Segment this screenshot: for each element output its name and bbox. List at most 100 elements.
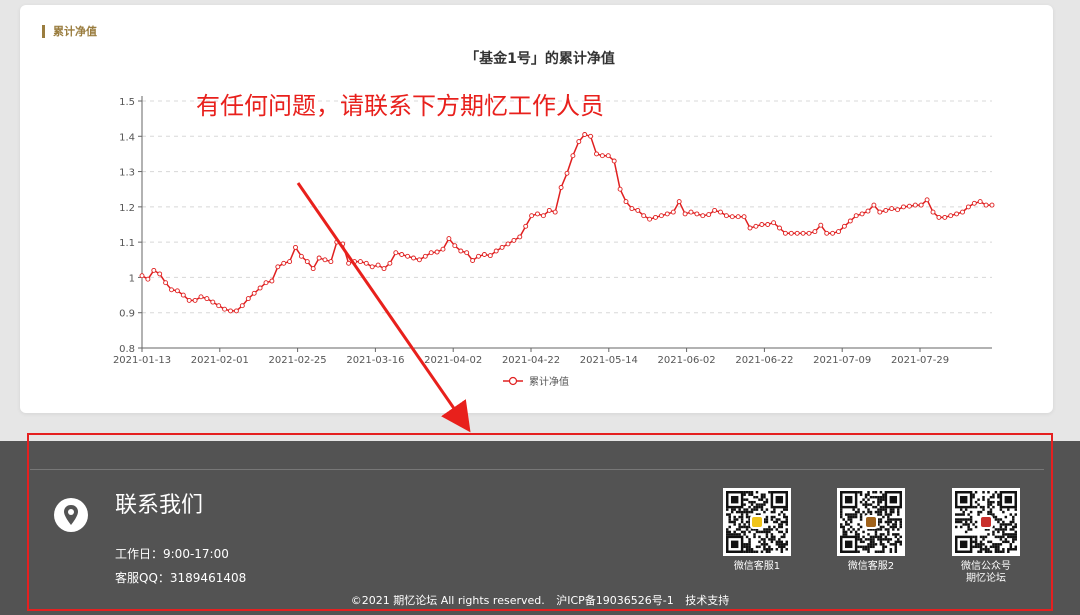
data-point <box>611 158 617 164</box>
data-point <box>340 241 346 247</box>
data-point <box>322 257 328 263</box>
data-point <box>853 213 859 219</box>
data-point <box>653 214 658 220</box>
data-point <box>511 237 517 243</box>
data-point <box>971 200 977 206</box>
chart-title: 「基金1号」的累计净值 <box>465 50 615 67</box>
qr-code-2 <box>837 488 905 556</box>
data-point <box>883 207 889 213</box>
x-tick-label: 2021-04-02 <box>424 355 482 366</box>
x-tick-label: 2021-06-22 <box>735 355 793 366</box>
data-point <box>594 151 599 157</box>
data-point <box>936 214 942 220</box>
data-point <box>239 303 245 309</box>
nav-chart: 「基金1号」的累计净值 0.8 0.9 1 1.1 1.2 1.3 1.4 1.5 2021-01… <box>113 50 995 388</box>
data-point <box>818 222 824 228</box>
annotation-text: 有任何问题，请联系下方期忆工作人员 <box>196 92 604 120</box>
series-line <box>141 133 992 312</box>
data-point <box>570 153 576 159</box>
data-point <box>328 259 334 265</box>
data-point <box>535 211 540 217</box>
data-point <box>476 253 481 259</box>
data-point <box>163 280 169 286</box>
data-point <box>641 213 647 219</box>
y-tick-label: 1.1 <box>119 238 135 249</box>
x-tick-label: 2021-05-14 <box>580 355 638 366</box>
data-point <box>700 213 706 219</box>
data-point <box>540 213 546 219</box>
qr-code-1 <box>723 488 791 556</box>
data-point <box>788 230 794 236</box>
data-point <box>464 250 470 256</box>
icp-link[interactable]: 沪ICP备19036526号-1 <box>556 594 674 607</box>
data-point <box>334 239 340 245</box>
y-tick-label: 1 <box>129 273 135 284</box>
data-point <box>186 297 192 303</box>
data-point <box>198 294 204 300</box>
data-point <box>948 213 954 219</box>
tech-support-link[interactable]: 技术支持 <box>685 594 729 607</box>
data-point <box>375 262 381 268</box>
data-point <box>216 303 222 309</box>
data-point <box>582 132 588 137</box>
data-point <box>576 139 582 145</box>
copyright-bar: ©2021 期忆论坛 All rights reserved. 沪ICP备190… <box>0 592 1080 608</box>
data-point <box>346 260 352 266</box>
data-point <box>889 206 895 212</box>
data-point <box>623 199 629 205</box>
data-point <box>924 197 930 203</box>
data-point <box>847 218 853 224</box>
data-point <box>210 299 216 305</box>
data-point <box>281 260 287 266</box>
data-point <box>901 204 906 210</box>
y-tick-label: 1.2 <box>119 203 135 214</box>
data-point <box>422 253 428 259</box>
data-point <box>558 185 564 190</box>
x-tick-label: 2021-02-25 <box>269 355 327 366</box>
data-point <box>782 230 788 236</box>
x-tick-label: 2021-07-09 <box>813 355 871 366</box>
x-tick-label: 2021-07-29 <box>891 355 949 366</box>
data-point <box>357 259 363 265</box>
data-point <box>599 153 605 159</box>
data-point <box>712 207 718 213</box>
data-point <box>895 207 901 213</box>
data-point <box>658 213 664 219</box>
data-point <box>670 209 676 215</box>
data-point <box>918 202 924 208</box>
data-point <box>605 153 611 159</box>
data-point <box>965 204 971 210</box>
contact-title: 联系我们 <box>115 493 204 518</box>
data-point <box>499 244 505 250</box>
data-point <box>487 253 493 259</box>
data-point <box>233 308 239 314</box>
data-point <box>812 229 818 235</box>
data-point <box>647 216 653 222</box>
data-point <box>718 209 723 215</box>
data-point <box>753 223 759 229</box>
data-point <box>942 214 948 220</box>
data-point <box>871 202 877 208</box>
data-point <box>954 211 960 217</box>
qr-label-2: 微信客服2 <box>847 561 895 572</box>
data-point <box>960 209 965 215</box>
data-point <box>275 264 281 270</box>
copyright-text: ©2021 期忆论坛 All rights reserved. <box>350 594 545 607</box>
data-point <box>930 209 936 215</box>
data-point <box>977 199 983 205</box>
data-point <box>245 296 251 302</box>
data-point <box>771 220 777 226</box>
data-point <box>393 250 399 256</box>
data-point <box>824 230 830 236</box>
data-point <box>481 252 487 257</box>
data-point <box>505 241 511 247</box>
data-point <box>411 255 416 261</box>
data-point <box>523 223 529 229</box>
y-tick-label: 1.3 <box>119 168 135 179</box>
data-point <box>139 273 145 279</box>
qr-label-1: 微信客服1 <box>733 561 781 572</box>
data-point <box>912 202 918 208</box>
data-point <box>546 207 552 213</box>
data-point <box>145 276 151 282</box>
data-point <box>517 234 523 240</box>
